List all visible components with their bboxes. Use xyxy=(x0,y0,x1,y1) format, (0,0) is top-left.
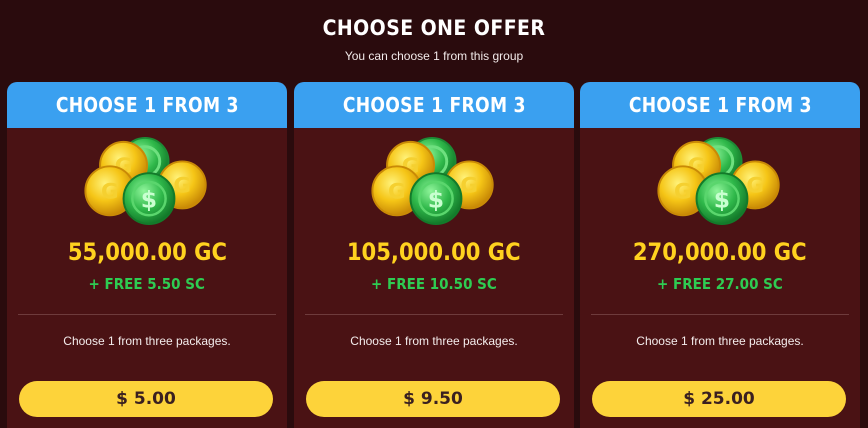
buy-button-5[interactable]: $ 5.00 xyxy=(19,381,273,417)
offer-description: Choose 1 from three packages. xyxy=(350,334,518,348)
page-title: CHOOSE ONE OFFER xyxy=(322,16,546,40)
divider xyxy=(591,314,849,315)
offer-card-heading: CHOOSE 1 FROM 3 xyxy=(580,82,860,128)
buy-button-9-50[interactable]: $ 9.50 xyxy=(306,381,560,417)
sc-bonus: + FREE 5.50 SC xyxy=(88,275,206,293)
gc-amount: 105,000.00 GC xyxy=(347,238,521,266)
divider xyxy=(305,314,563,315)
offer-card-heading: CHOOSE 1 FROM 3 xyxy=(294,82,574,128)
offer-card-heading: CHOOSE 1 FROM 3 xyxy=(7,82,287,128)
coins-icon xyxy=(370,136,495,226)
sc-bonus: + FREE 27.00 SC xyxy=(657,275,783,293)
offer-description: Choose 1 from three packages. xyxy=(63,334,231,348)
page-subtitle: You can choose 1 from this group xyxy=(344,49,524,63)
offer-card-3: CHOOSE 1 FROM 3 270,000.00 GC + FREE 27.… xyxy=(580,82,860,428)
coins-icon xyxy=(83,136,208,226)
gc-amount: 55,000.00 GC xyxy=(67,238,227,266)
divider xyxy=(18,314,276,315)
gc-amount: 270,000.00 GC xyxy=(633,238,807,266)
coins-icon xyxy=(656,136,781,226)
sc-bonus: + FREE 10.50 SC xyxy=(371,275,497,293)
offer-card-2: CHOOSE 1 FROM 3 105,000.00 GC + FREE 10.… xyxy=(294,82,574,428)
offer-card-1: CHOOSE 1 FROM 3 55,000.00 GC + FREE 5.50… xyxy=(7,82,287,428)
buy-button-25[interactable]: $ 25.00 xyxy=(592,381,846,417)
offer-description: Choose 1 from three packages. xyxy=(636,334,804,348)
